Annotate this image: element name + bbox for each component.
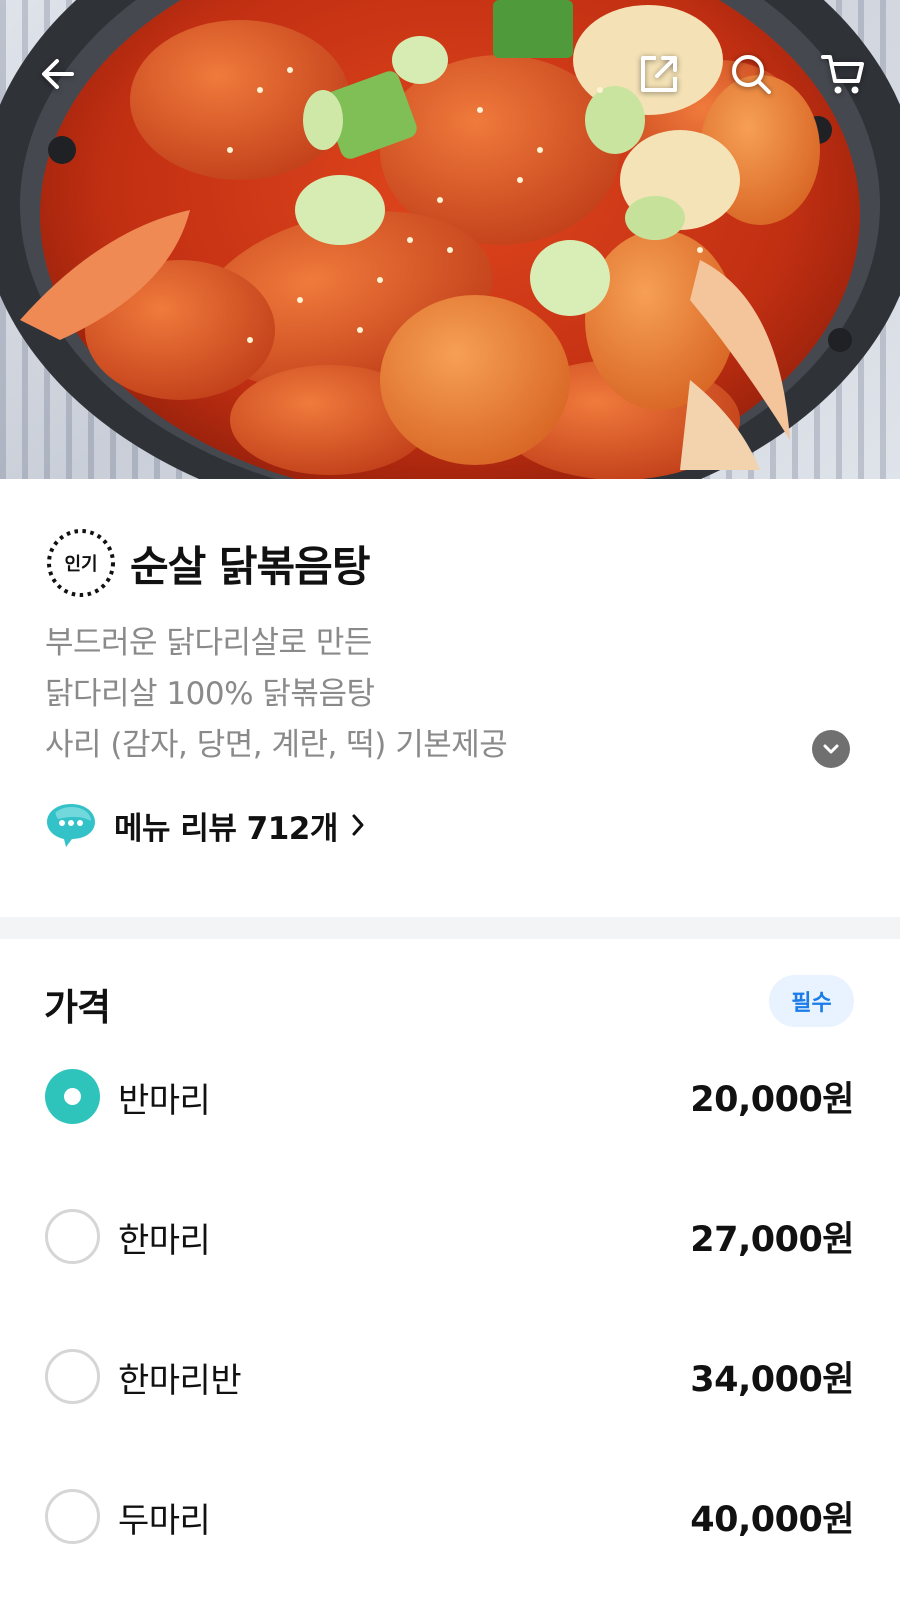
price-option-whole[interactable]: 한마리 27,000원: [0, 1186, 900, 1286]
expand-description-button[interactable]: [812, 730, 850, 768]
menu-hero-image: [0, 0, 900, 479]
description-line: 사리 (감자, 당면, 계란, 떡) 기본제공: [45, 727, 508, 763]
arrow-left-icon: [42, 59, 74, 89]
price-option-half[interactable]: 반마리 20,000원: [0, 1046, 900, 1146]
cart-button[interactable]: [813, 44, 873, 104]
price-option-one-and-half[interactable]: 한마리반 34,000원: [0, 1326, 900, 1426]
option-price: 34,000원: [690, 1360, 854, 1400]
description-line: 닭다리살 100% 닭볶음탕: [45, 676, 375, 712]
share-icon: [641, 56, 677, 92]
radio-button-selected[interactable]: [45, 1069, 100, 1124]
share-button[interactable]: [629, 44, 689, 104]
search-icon: [732, 55, 771, 94]
review-count-label: 메뉴 리뷰 712개: [114, 810, 338, 847]
radio-button[interactable]: [45, 1209, 100, 1264]
price-section-title: 가격: [44, 986, 111, 1029]
option-price: 27,000원: [690, 1220, 854, 1260]
required-badge: 필수: [769, 975, 854, 1027]
back-button[interactable]: [28, 44, 88, 104]
cart-icon: [821, 55, 864, 94]
speech-bubble-icon: [47, 804, 95, 847]
search-button[interactable]: [721, 44, 781, 104]
radio-button[interactable]: [45, 1349, 100, 1404]
section-divider: [0, 917, 900, 939]
price-option-section: 가격 필수 반마리 20,000원 한마리 27,000원 한마리반 34,00…: [0, 939, 900, 1605]
menu-info-section: 인기 순살 닭볶음탕 부드러운 닭다리살로 만든 닭다리살 100% 닭볶음탕 …: [0, 479, 900, 917]
price-option-two[interactable]: 두마리 40,000원: [0, 1466, 900, 1566]
menu-review-link[interactable]: 메뉴 리뷰 712개: [44, 799, 366, 851]
menu-title: 순살 닭볶음탕: [130, 541, 370, 591]
description-line: 부드러운 닭다리살로 만든: [45, 625, 372, 661]
option-label: 한마리반: [118, 1361, 242, 1401]
popular-badge: 인기: [44, 526, 118, 600]
option-price: 20,000원: [690, 1080, 854, 1120]
top-navigation-bar: [0, 0, 900, 150]
menu-description: 부드러운 닭다리살로 만든 닭다리살 100% 닭볶음탕 사리 (감자, 당면,…: [45, 618, 845, 771]
menu-title-row: 인기 순살 닭볶음탕: [44, 523, 370, 603]
radio-button[interactable]: [45, 1489, 100, 1544]
option-label: 반마리: [118, 1081, 211, 1121]
chevron-right-icon: [352, 814, 364, 836]
option-label: 두마리: [118, 1501, 211, 1541]
chevron-down-icon: [823, 744, 839, 754]
popular-badge-label: 인기: [64, 554, 98, 575]
option-price: 40,000원: [690, 1500, 854, 1540]
option-label: 한마리: [118, 1221, 211, 1261]
